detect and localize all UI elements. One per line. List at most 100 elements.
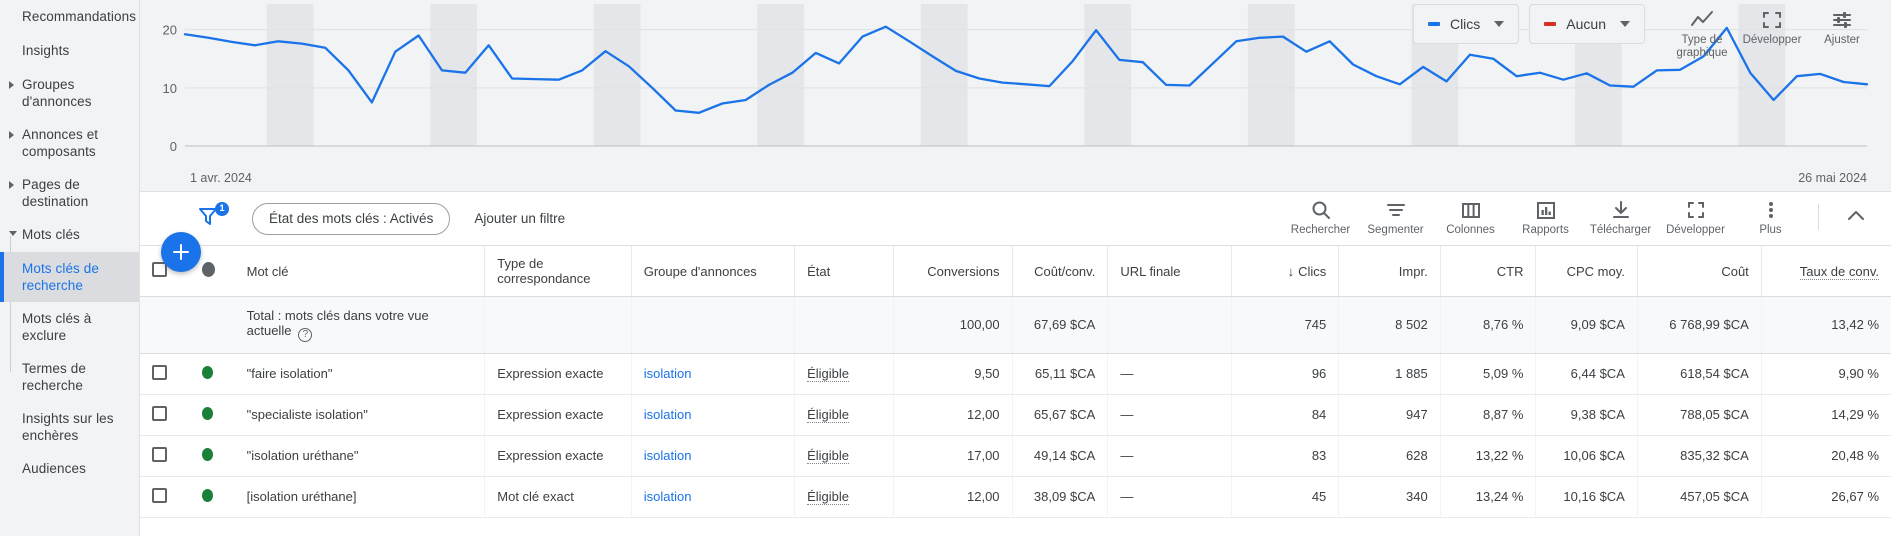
status-enabled-icon[interactable] [201, 406, 213, 420]
cell-cost-per-conv: 65,11 $CA [1012, 353, 1109, 395]
metric-color-swatch-primary [1427, 22, 1440, 26]
metric-selector-primary[interactable]: Clics [1412, 4, 1520, 44]
sidebar-item-pages-de-destination[interactable]: Pages de destination [0, 168, 139, 218]
column-header-status[interactable]: État [794, 246, 895, 297]
status-text[interactable]: Éligible [807, 448, 850, 464]
more-options-button[interactable]: Plus [1733, 192, 1808, 236]
cell-ctr: 13,24 % [1440, 476, 1537, 518]
weekend-band [430, 4, 478, 146]
add-keyword-fab[interactable] [161, 232, 201, 272]
metric-selector-secondary[interactable]: Aucun [1529, 4, 1645, 44]
chart-adjust-button[interactable]: Ajuster [1807, 4, 1877, 47]
ad-group-link[interactable]: isolation [644, 407, 692, 422]
caret-right-icon [9, 131, 14, 139]
row-checkbox[interactable] [152, 405, 167, 421]
table-row[interactable]: "isolation uréthane" Expression exacte iso… [140, 435, 1891, 477]
cell-ad-group: isolation [631, 353, 796, 395]
column-header-match-type[interactable]: Type de correspondance [484, 246, 632, 297]
cell-status: Éligible [794, 476, 895, 518]
expand-icon [1763, 12, 1781, 28]
reports-label: Rapports [1522, 223, 1569, 236]
table-row[interactable]: [isolation uréthane] Mot clé exact isolati… [140, 476, 1891, 518]
sidebar-item-mots-cl-s-exclure[interactable]: Mots clés à exclure [0, 302, 139, 352]
status-text[interactable]: Éligible [807, 489, 850, 505]
reports-button[interactable]: Rapports [1508, 192, 1583, 236]
search-icon [1312, 201, 1330, 219]
table-row[interactable]: "faire isolation" Expression exacte isolat… [140, 353, 1891, 395]
line-chart-icon [1691, 11, 1713, 26]
status-enabled-icon[interactable] [201, 488, 213, 502]
sidebar-item-termes-de-recherche[interactable]: Termes de recherche [0, 352, 139, 402]
chart-expand-button[interactable]: Développer [1737, 4, 1807, 47]
column-header-impressions[interactable]: Impr. [1338, 246, 1441, 297]
sidebar-item-insights[interactable]: Insights [0, 34, 139, 68]
column-header-clicks[interactable]: ↓ Clics [1231, 246, 1340, 297]
collapse-panel-button[interactable] [1829, 192, 1883, 240]
weekend-band [757, 4, 805, 146]
sidebar-item-mots-cl-s-de-recherche[interactable]: Mots clés de recherche [0, 252, 139, 302]
row-select-cell [140, 394, 190, 436]
totals-match-type-cell [484, 296, 632, 354]
download-button[interactable]: Télécharger [1583, 192, 1658, 236]
totals-cost-per-conv: 67,69 $CA [1012, 296, 1109, 354]
segment-button[interactable]: Segmenter [1358, 192, 1433, 236]
caret-down-icon [9, 231, 17, 236]
sidebar-item-recommandations[interactable]: Recommandations [0, 0, 139, 34]
column-header-cost[interactable]: Coût [1637, 246, 1762, 297]
status-text[interactable]: Éligible [807, 366, 850, 382]
row-checkbox[interactable] [152, 446, 167, 462]
column-header-cost-per-conv[interactable]: Coût/conv. [1012, 246, 1109, 297]
weekend-band [593, 4, 641, 146]
sidebar-item-audiences[interactable]: Audiences [0, 452, 139, 486]
filter-chip-keyword-status[interactable]: État des mots clés : Activés [252, 202, 451, 235]
column-header-conversions[interactable]: Conversions [893, 246, 1013, 297]
totals-dot-cell [189, 296, 235, 354]
table-row[interactable]: "specialiste isolation" Expression exacte… [140, 394, 1891, 436]
search-button[interactable]: Rechercher [1283, 192, 1358, 236]
ad-group-link[interactable]: isolation [644, 448, 692, 463]
add-filter-label: Ajouter un filtre [474, 211, 566, 226]
filter-toolbar: 1 État des mots clés : Activés Ajouter u… [140, 192, 1891, 246]
status-enabled-icon[interactable] [201, 365, 213, 379]
filter-icon-button[interactable]: 1 [196, 201, 230, 234]
cell-keyword[interactable]: "isolation uréthane" [234, 435, 486, 477]
status-text[interactable]: Éligible [807, 407, 850, 423]
sidebar-item-annonces-et-composants[interactable]: Annonces et composants [0, 118, 139, 168]
column-header-avg-cpc[interactable]: CPC moy. [1535, 246, 1638, 297]
sidebar-item-groupes-d-annonces[interactable]: Groupes d'annonces [0, 68, 139, 118]
sidebar-item-label: Groupes d'annonces [22, 77, 92, 109]
chart-controls: Clics Aucun Type de graphique Développer… [1412, 4, 1877, 60]
help-icon[interactable]: ? [298, 327, 313, 342]
cell-impressions: 628 [1338, 435, 1441, 477]
cell-keyword[interactable]: "specialiste isolation" [234, 394, 486, 436]
cell-keyword[interactable]: [isolation uréthane] [234, 476, 486, 518]
cell-clicks: 84 [1231, 394, 1340, 436]
cell-keyword[interactable]: "faire isolation" [234, 353, 486, 395]
sidebar-item-label: Termes de recherche [22, 361, 86, 393]
column-header-conv-rate[interactable]: Taux de conv. [1761, 246, 1891, 297]
sidebar-item-insights-sur-les-ench-res[interactable]: Insights sur les enchères [0, 402, 139, 452]
ad-group-link[interactable]: isolation [644, 366, 692, 381]
ad-group-link[interactable]: isolation [644, 489, 692, 504]
status-enabled-icon[interactable] [201, 447, 213, 461]
column-header-final-url[interactable]: URL finale [1107, 246, 1233, 297]
cell-avg-cpc: 9,38 $CA [1535, 394, 1638, 436]
chart-type-button[interactable]: Type de graphique [1667, 4, 1737, 60]
row-select-cell [140, 476, 190, 518]
columns-button[interactable]: Colonnes [1433, 192, 1508, 236]
main-content: 0 10 20 1 avr. 2024 26 mai 2024 Clics Aucu… [140, 0, 1891, 536]
row-checkbox[interactable] [152, 364, 167, 380]
cell-status: Éligible [794, 435, 895, 477]
add-filter-button[interactable]: Ajouter un filtre [474, 211, 565, 226]
cell-ad-group: isolation [631, 435, 796, 477]
row-select-cell [140, 435, 190, 477]
keywords-table-container: Mot clé Type de correspondance Groupe d'… [140, 246, 1891, 518]
column-header-keyword[interactable]: Mot clé [234, 246, 486, 297]
row-checkbox[interactable] [152, 487, 167, 503]
column-header-ad-group[interactable]: Groupe d'annonces [631, 246, 796, 297]
tune-icon [1833, 12, 1851, 28]
sidebar-item-mots-cl-s[interactable]: Mots clés [0, 218, 139, 252]
expand-table-button[interactable]: Développer [1658, 192, 1733, 236]
toolbar-divider [1818, 203, 1819, 230]
column-header-ctr[interactable]: CTR [1440, 246, 1537, 297]
